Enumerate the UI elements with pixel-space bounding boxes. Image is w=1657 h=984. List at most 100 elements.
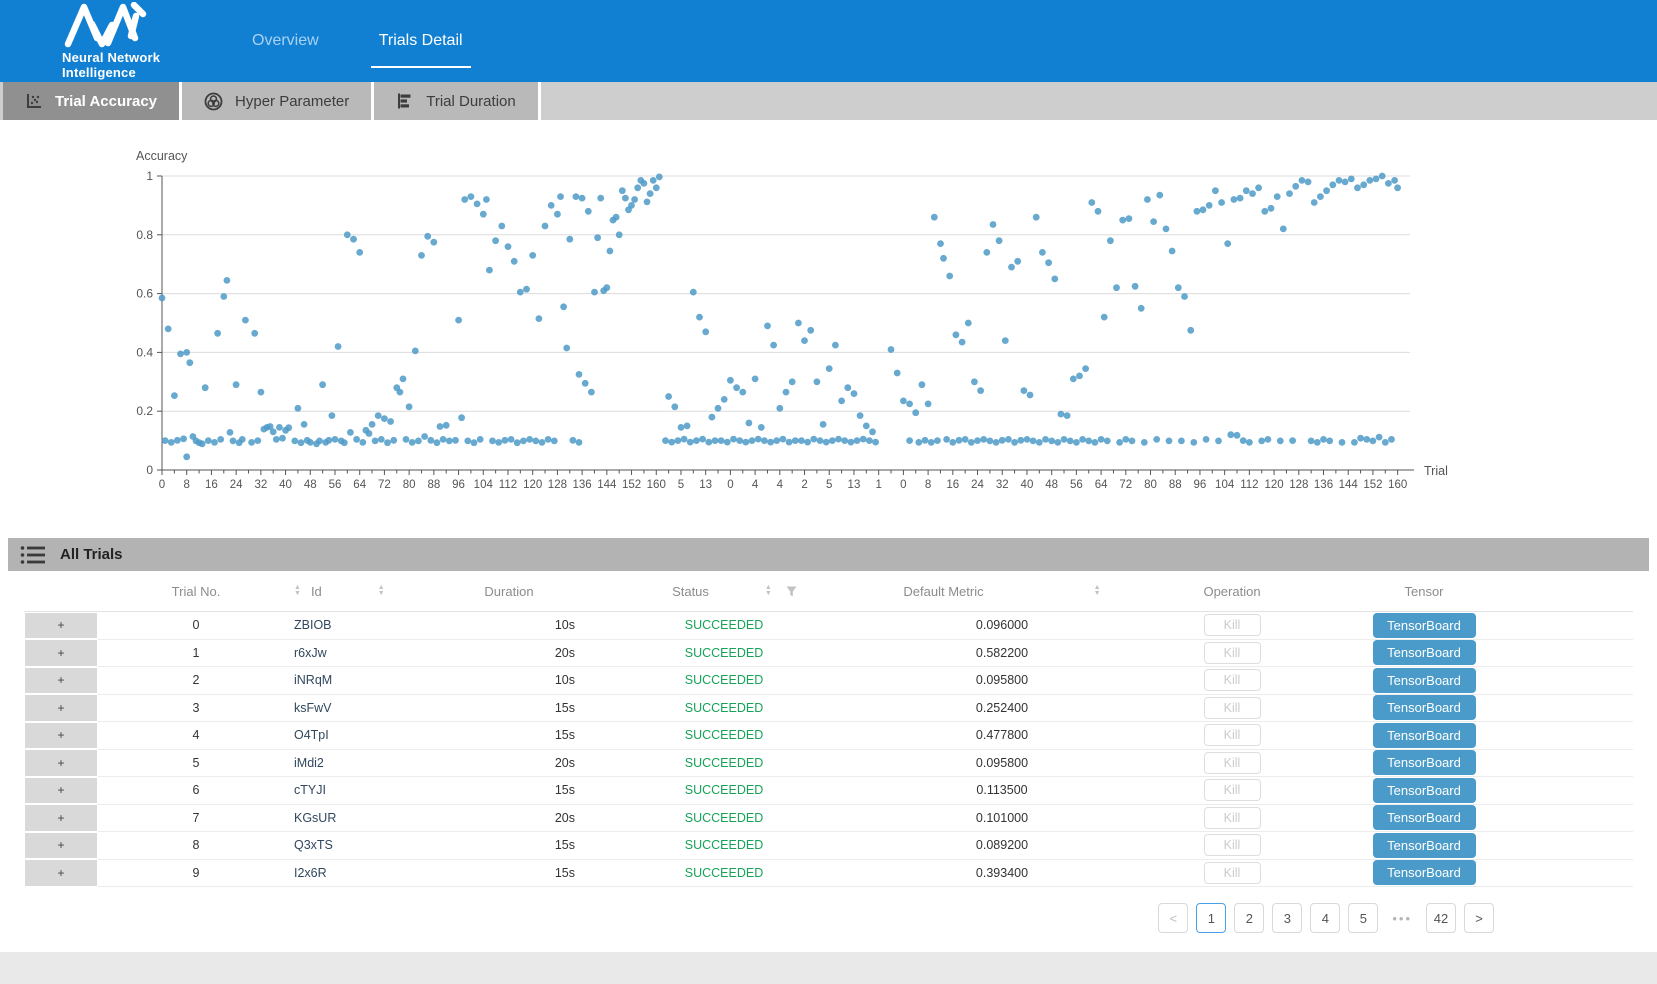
expand-button[interactable]: +	[24, 749, 98, 777]
tensorboard-button[interactable]: TensorBoard	[1373, 778, 1476, 803]
expand-button[interactable]: +	[24, 694, 98, 722]
scatter-point	[486, 267, 493, 274]
pagination-ellipsis: •••	[1386, 903, 1418, 933]
expand-button[interactable]: +	[24, 832, 98, 860]
scatter-point	[177, 351, 184, 358]
column-header-id[interactable]: ▲▼ Id ▲▼	[294, 584, 424, 599]
expand-button[interactable]: +	[24, 722, 98, 750]
scatter-point	[1215, 438, 1222, 445]
logo-title: Neural Network Intelligence	[62, 50, 230, 80]
kill-button[interactable]: Kill	[1204, 697, 1261, 719]
scatter-point	[684, 423, 691, 430]
nav-item-overview[interactable]: Overview	[252, 0, 319, 82]
operation-cell: Kill	[1150, 642, 1314, 664]
expand-button[interactable]: +	[24, 639, 98, 667]
tab-trial-accuracy[interactable]: Trial Accuracy	[3, 82, 182, 120]
scatter-point	[384, 439, 391, 446]
tensorboard-button[interactable]: TensorBoard	[1373, 668, 1476, 693]
kill-button[interactable]: Kill	[1204, 669, 1261, 691]
sort-icon[interactable]: ▲▼	[765, 585, 772, 597]
expand-button[interactable]: +	[24, 859, 98, 887]
filter-icon[interactable]	[786, 586, 797, 597]
tensorboard-button[interactable]: TensorBoard	[1373, 750, 1476, 775]
tab-trial-duration[interactable]: Trial Duration	[374, 82, 540, 120]
column-header-default-metric[interactable]: Default Metric ▲▼	[854, 584, 1150, 599]
page-button-2[interactable]: 2	[1234, 903, 1264, 933]
scatter-point	[1305, 179, 1312, 186]
scatter-point	[430, 239, 437, 246]
scatter-point	[758, 424, 765, 431]
scatter-point	[814, 378, 821, 385]
expand-button[interactable]: +	[24, 667, 98, 695]
scatter-point	[1354, 184, 1361, 191]
scatter-point	[1129, 438, 1136, 445]
column-header-duration[interactable]: Duration	[424, 584, 594, 599]
duration-cell: 20s	[424, 756, 594, 770]
scatter-point	[946, 273, 953, 280]
scatter-point	[848, 439, 855, 446]
tensorboard-button[interactable]: TensorBoard	[1373, 723, 1476, 748]
kill-button[interactable]: Kill	[1204, 642, 1261, 664]
sort-icon[interactable]: ▲▼	[378, 585, 385, 597]
operation-cell: Kill	[1150, 834, 1314, 856]
page-button-1[interactable]: 1	[1196, 903, 1226, 933]
scatter-point	[217, 436, 224, 443]
scatter-point	[455, 317, 462, 324]
scatter-point	[440, 436, 447, 443]
prev-page-button[interactable]: <	[1158, 903, 1188, 933]
page-button-3[interactable]: 3	[1272, 903, 1302, 933]
scatter-point	[421, 433, 428, 440]
trial-no-cell: 5	[98, 756, 294, 770]
tensorboard-button[interactable]: TensorBoard	[1373, 805, 1476, 830]
tensorboard-button[interactable]: TensorBoard	[1373, 613, 1476, 638]
nni-logo-icon	[62, 2, 158, 48]
column-header-trial-no[interactable]: Trial No.	[98, 584, 294, 599]
kill-button[interactable]: Kill	[1204, 807, 1261, 829]
sort-icon[interactable]: ▲▼	[1094, 585, 1101, 597]
list-icon	[20, 544, 46, 566]
tensorboard-button[interactable]: TensorBoard	[1373, 695, 1476, 720]
page-button-4[interactable]: 4	[1310, 903, 1340, 933]
x-axis-label: 88	[427, 479, 440, 491]
kill-button[interactable]: Kill	[1204, 614, 1261, 636]
tensorboard-button[interactable]: TensorBoard	[1373, 640, 1476, 665]
tensorboard-button[interactable]: TensorBoard	[1373, 860, 1476, 885]
scatter-point	[742, 439, 749, 446]
scatter-point	[570, 437, 577, 444]
tab-hyper-parameter[interactable]: Hyper Parameter	[182, 82, 374, 120]
kill-button[interactable]: Kill	[1204, 834, 1261, 856]
scatter-point	[653, 184, 660, 191]
kill-button[interactable]: Kill	[1204, 862, 1261, 884]
scatter-point	[622, 195, 629, 202]
scatter-point	[1014, 258, 1021, 265]
scatter-point	[746, 420, 753, 427]
column-header-status[interactable]: ▲▼ Status ▲▼	[594, 584, 854, 599]
next-page-button[interactable]: >	[1464, 903, 1494, 933]
expand-button[interactable]: +	[24, 777, 98, 805]
status-cell: SUCCEEDED	[594, 618, 854, 632]
status-cell: SUCCEEDED	[594, 646, 854, 660]
scatter-point	[773, 437, 780, 444]
expand-button[interactable]: +	[24, 804, 98, 832]
page-button-42[interactable]: 42	[1426, 903, 1456, 933]
scatter-point	[844, 384, 851, 391]
scatter-point	[390, 437, 397, 444]
tensorboard-button[interactable]: TensorBoard	[1373, 833, 1476, 858]
nav-item-trials-detail[interactable]: Trials Detail	[379, 0, 463, 82]
kill-button[interactable]: Kill	[1204, 752, 1261, 774]
scatter-point	[826, 365, 833, 372]
kill-button[interactable]: Kill	[1204, 724, 1261, 746]
scatter-point	[1280, 226, 1287, 233]
trial-accuracy-chart[interactable]: 00.20.40.60.8108162432404856647280889610…	[0, 120, 1657, 530]
sort-icon[interactable]: ▲▼	[294, 585, 301, 597]
page-button-5[interactable]: 5	[1348, 903, 1378, 933]
scatter-point	[186, 359, 193, 366]
scatter-point	[1373, 176, 1380, 183]
scatter-point	[962, 436, 969, 443]
kill-button[interactable]: Kill	[1204, 779, 1261, 801]
scatter-point	[551, 438, 558, 445]
scatter-point	[403, 436, 410, 443]
bar-chart-icon	[396, 92, 414, 110]
default-metric-cell: 0.582200	[854, 646, 1150, 660]
expand-button[interactable]: +	[24, 612, 98, 640]
